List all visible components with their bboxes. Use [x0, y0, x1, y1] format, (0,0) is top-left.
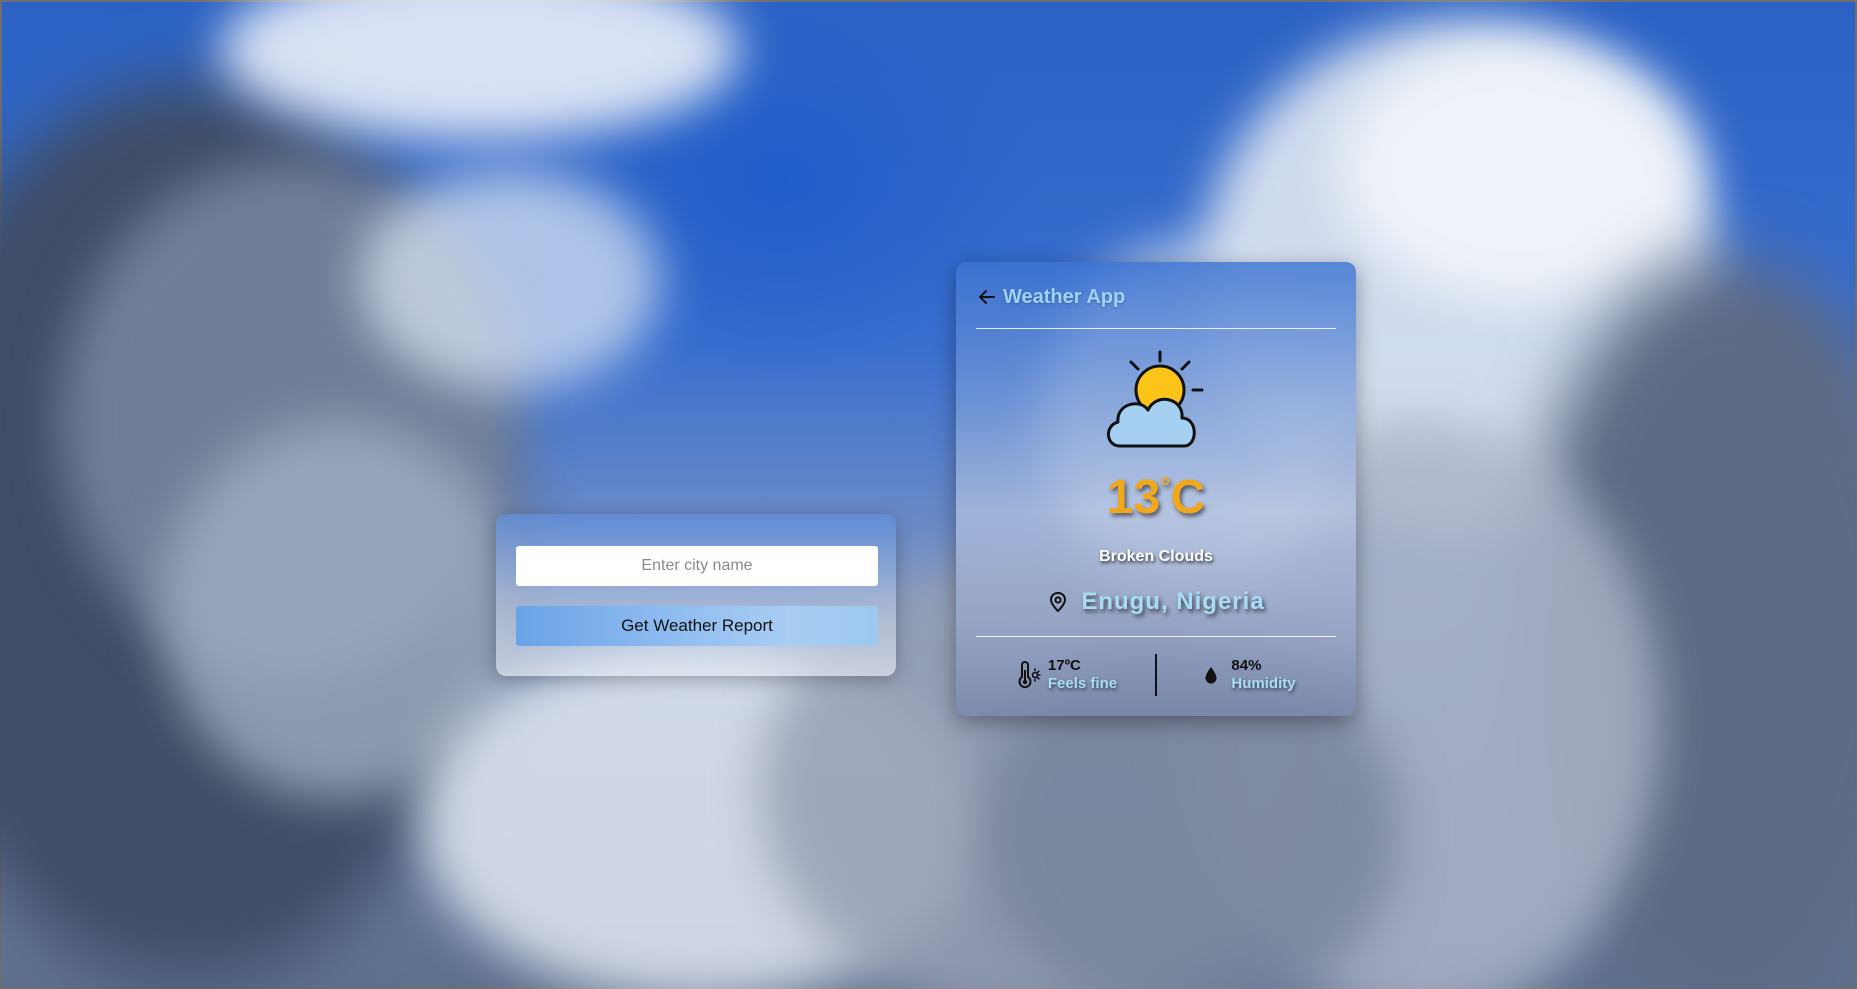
partly-cloudy-icon: [1100, 348, 1212, 458]
weather-card: Weather App 13°C Broken Clouds Enugu, Ni…: [956, 262, 1356, 716]
arrow-left-icon[interactable]: [976, 286, 998, 308]
humidity-value: 84%: [1231, 657, 1262, 674]
stats-row: 17ºC Feels fine 84% Humidity: [976, 652, 1336, 698]
degree-symbol: °: [1160, 471, 1171, 501]
feels-like-value: 17ºC: [1047, 657, 1081, 674]
search-panel: Get Weather Report: [496, 514, 896, 676]
temperature-value: 13: [1106, 471, 1161, 524]
sky-background: [0, 0, 1857, 989]
app-title: Weather App: [1003, 285, 1126, 308]
weather-description: Broken Clouds: [1099, 548, 1213, 565]
feels-like-label: Feels fine: [1047, 675, 1118, 692]
location-row: Enugu, Nigeria: [956, 584, 1356, 620]
get-weather-report-button[interactable]: Get Weather Report: [516, 606, 878, 646]
location-name: Enugu, Nigeria: [1081, 588, 1265, 615]
map-pin-icon: [1047, 591, 1069, 613]
header-divider: [976, 328, 1336, 329]
feels-like-stat: 17ºC Feels fine: [976, 657, 1155, 693]
stats-divider: [976, 636, 1336, 637]
temperature-unit: C: [1170, 471, 1206, 524]
humidity-label: Humidity: [1231, 675, 1296, 692]
humidity-stat: 84% Humidity: [1157, 657, 1336, 693]
water-drop-icon: [1197, 661, 1225, 689]
temperature-display: 13°C: [956, 470, 1356, 525]
city-search-input[interactable]: [516, 546, 878, 586]
card-header: Weather App: [976, 282, 1336, 312]
thermometer-icon: [1014, 661, 1042, 689]
